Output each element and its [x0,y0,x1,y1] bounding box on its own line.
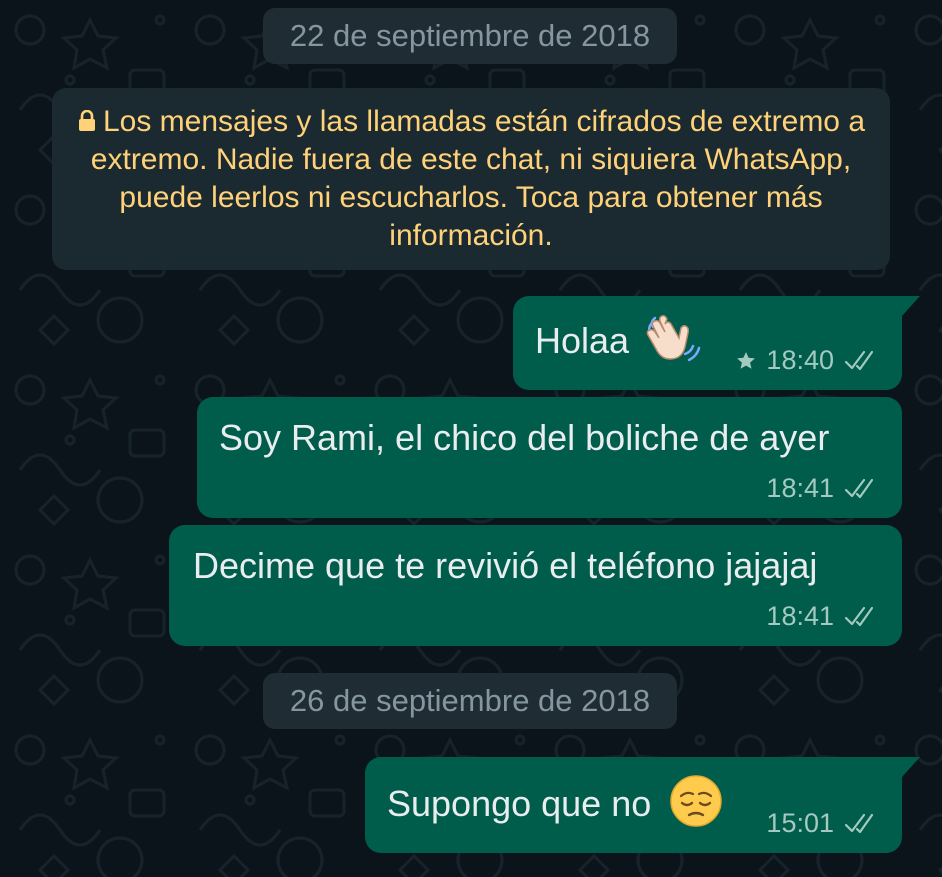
encryption-notice-text: Los mensajes y las llamadas están cifrad… [90,105,866,252]
double-check-icon [844,478,874,498]
date-separator: 26 de septiembre de 2018 [263,673,677,729]
bubble-tail [902,296,920,316]
message-time: 18:41 [766,473,834,503]
outgoing-message[interactable]: Soy Rami, el chico del boliche de ayer 1… [197,397,902,518]
date-separator-label: 22 de septiembre de 2018 [289,18,651,53]
message-text: Holaa [535,315,701,366]
message-time: 18:40 [766,345,834,375]
waving-hand-icon [646,315,701,362]
pensive-face-icon [670,775,723,828]
outgoing-message[interactable]: Decime que te revivió el teléfono jajaja… [169,525,902,646]
bubble-tail [902,757,920,777]
message-text: Soy Rami, el chico del boliche de ayer [219,417,830,458]
double-check-icon [844,606,874,626]
message-text: Decime que te revivió el teléfono jajaja… [193,545,818,586]
message-meta: 15:01 [766,808,880,839]
lock-icon [78,110,95,131]
date-separator: 22 de septiembre de 2018 [263,8,677,64]
date-separator-label: 26 de septiembre de 2018 [289,683,651,718]
double-check-icon [844,350,874,370]
message-meta: 18:41 [766,473,880,504]
message-text: Supongo que no [387,775,723,828]
message-time: 18:41 [766,601,834,631]
message-meta: 18:40 [726,345,880,376]
message-time: 15:01 [766,808,834,838]
outgoing-message[interactable]: Holaa 18:40 [513,296,920,390]
starred-icon [737,351,756,369]
outgoing-message[interactable]: Supongo que no 15:01 [365,757,920,853]
double-check-icon [844,813,874,833]
message-meta: 18:41 [766,601,880,632]
encryption-notice[interactable]: Los mensajes y las llamadas están cifrad… [52,88,890,270]
